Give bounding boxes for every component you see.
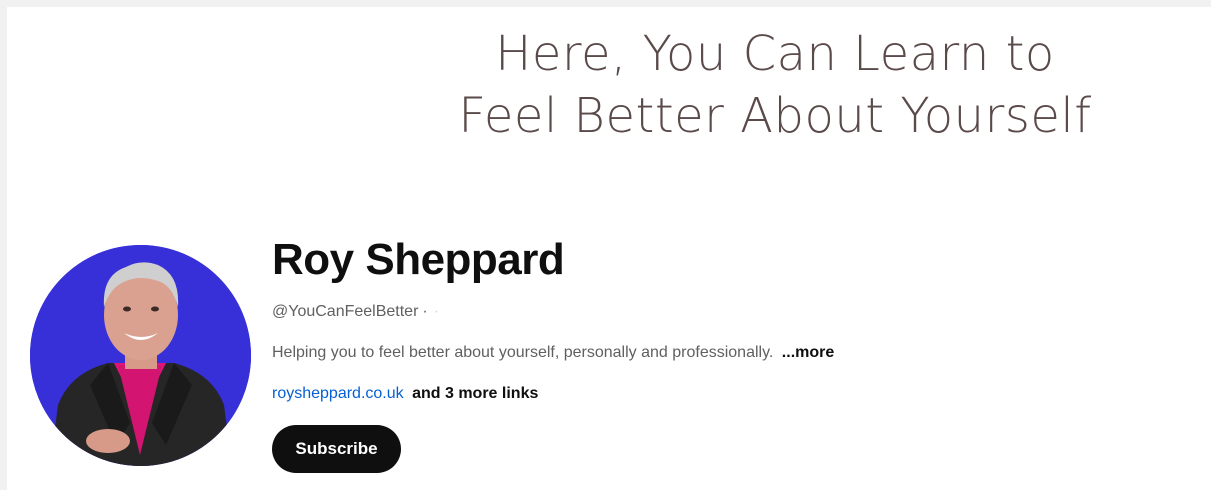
channel-handle: @YouCanFeelBetter: [272, 303, 419, 320]
subscribe-button[interactable]: Subscribe: [272, 425, 401, 473]
description-text: Helping you to feel better about yoursel…: [272, 344, 774, 361]
channel-avatar[interactable]: [30, 245, 251, 466]
channel-description[interactable]: Helping you to feel better about yoursel…: [272, 343, 834, 363]
channel-banner: Here, You Can Learn to Feel Better About…: [415, 23, 1135, 147]
description-more-button[interactable]: ...more: [782, 344, 834, 361]
avatar-photo: [30, 245, 251, 466]
banner-line-1: Here, You Can Learn to: [495, 26, 1055, 82]
channel-name: Roy Sheppard: [272, 235, 565, 284]
more-links-button[interactable]: and 3 more links: [412, 385, 538, 402]
page: Here, You Can Learn to Feel Better About…: [0, 0, 1211, 490]
channel-links: roysheppard.co.uk and 3 more links: [272, 384, 538, 404]
channel-meta-row: @YouCanFeelBetter · ·: [272, 302, 439, 322]
banner-line-2: Feel Better About Yourself: [458, 88, 1092, 144]
subscriber-count-faded: ·: [433, 303, 440, 320]
primary-link[interactable]: roysheppard.co.uk: [272, 385, 404, 402]
handle-separator: ·: [422, 303, 428, 320]
